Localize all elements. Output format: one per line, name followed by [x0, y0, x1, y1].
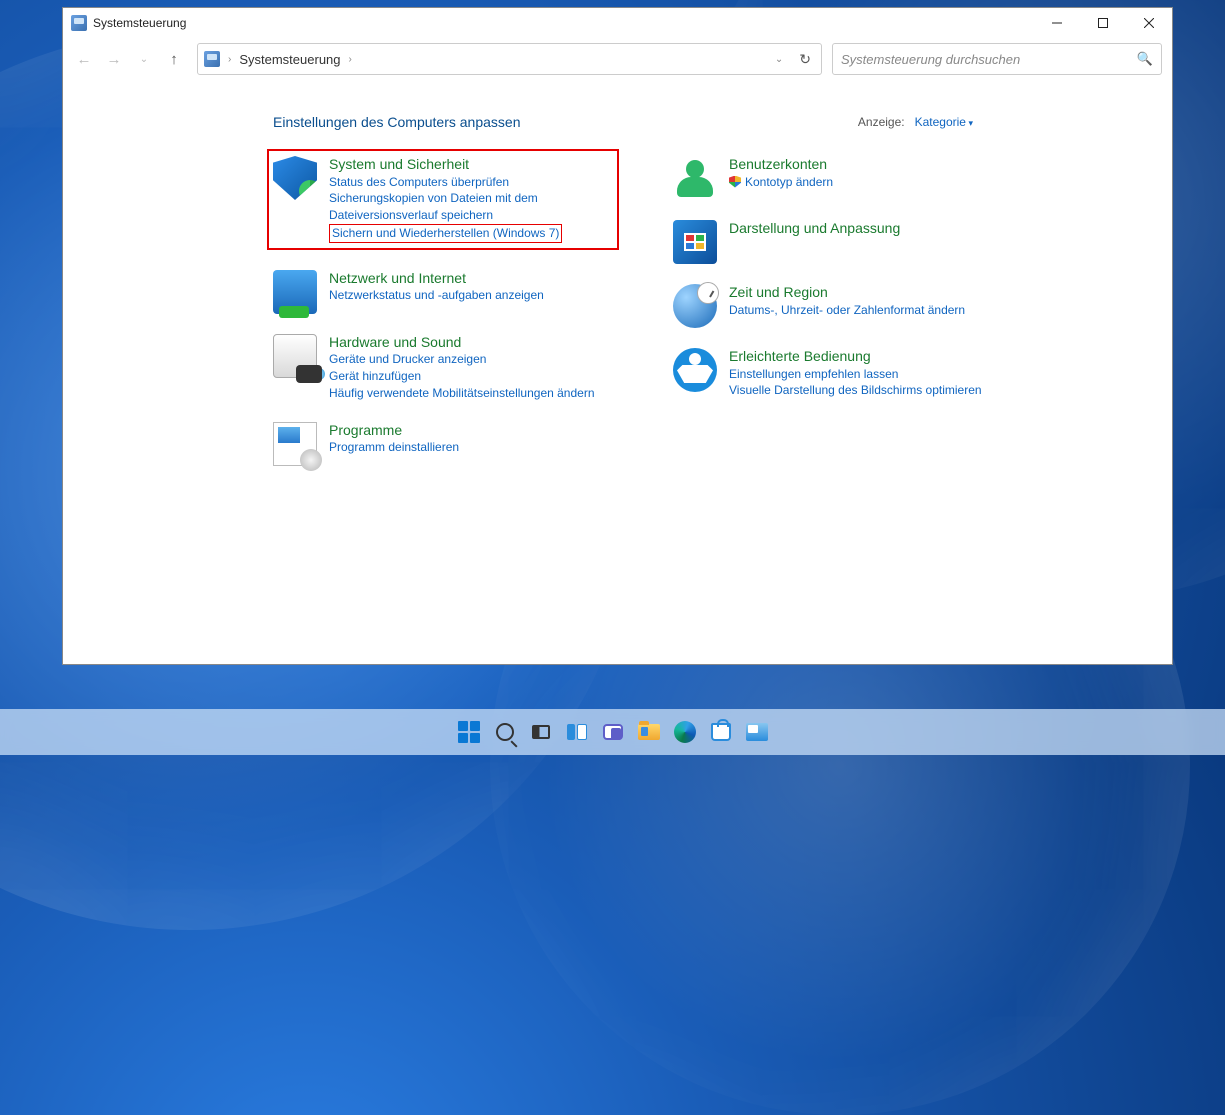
category-title[interactable]: Darstellung und Anpassung [729, 220, 900, 238]
navbar: ← → ⌄ ↑ › Systemsteuerung › ⌄ ↻ Systemst… [63, 38, 1172, 86]
control-panel-icon [71, 15, 87, 31]
category-title[interactable]: Programme [329, 422, 459, 440]
category-title[interactable]: System und Sicherheit [329, 156, 613, 174]
category-title[interactable]: Erleichterte Bedienung [729, 348, 982, 366]
chevron-right-icon: › [226, 54, 233, 65]
taskbar [0, 709, 1225, 755]
chevron-right-icon[interactable]: › [347, 54, 354, 65]
clock-region-icon [673, 284, 717, 328]
nav-up-button[interactable]: ↑ [161, 46, 187, 72]
category-link[interactable]: Netzwerkstatus und -aufgaben anzeigen [329, 287, 544, 304]
category-link[interactable]: Sicherungskopien von Dateien mit dem Dat… [329, 190, 613, 224]
network-icon [273, 270, 317, 314]
category-time-region: Zeit und Region Datums-, Uhrzeit- oder Z… [673, 284, 1023, 328]
widgets-button[interactable] [563, 718, 591, 746]
category-link[interactable]: Programm deinstallieren [329, 439, 459, 456]
close-button[interactable] [1126, 8, 1172, 38]
category-system-security: System und Sicherheit Status des Compute… [267, 149, 619, 250]
category-ease-of-access: Erleichterte Bedienung Einstellungen emp… [673, 348, 1023, 399]
nav-forward-button[interactable]: → [101, 46, 127, 72]
categories-left-column: System und Sicherheit Status des Compute… [273, 156, 613, 466]
page-heading: Einstellungen des Computers anpassen [273, 114, 521, 130]
category-link[interactable]: Visuelle Darstellung des Bildschirms opt… [729, 382, 982, 399]
file-explorer-button[interactable] [635, 718, 663, 746]
edge-button[interactable] [671, 718, 699, 746]
programs-icon [273, 422, 317, 466]
window-title: Systemsteuerung [93, 16, 186, 30]
start-button[interactable] [455, 718, 483, 746]
category-link[interactable]: Geräte und Drucker anzeigen [329, 351, 595, 368]
nav-recent-button[interactable]: ⌄ [131, 46, 157, 72]
view-by-dropdown[interactable]: Kategorie [915, 115, 973, 129]
category-hardware-sound: Hardware und Sound Geräte und Drucker an… [273, 334, 613, 402]
category-appearance: Darstellung und Anpassung [673, 220, 1023, 264]
category-title[interactable]: Zeit und Region [729, 284, 965, 302]
category-network-internet: Netzwerk und Internet Netzwerkstatus und… [273, 270, 613, 314]
search-placeholder: Systemsteuerung durchsuchen [841, 52, 1131, 67]
categories-right-column: Benutzerkonten Kontotyp ändern Darstellu… [673, 156, 1023, 466]
category-link[interactable]: Gerät hinzufügen [329, 368, 595, 385]
hardware-icon [273, 334, 317, 378]
category-link[interactable]: Kontotyp ändern [729, 174, 833, 191]
ease-of-access-icon [673, 348, 717, 392]
category-link[interactable]: Status des Computers überprüfen [329, 174, 613, 191]
nav-back-button[interactable]: ← [71, 46, 97, 72]
category-link[interactable]: Häufig verwendete Mobilitätseinstellunge… [329, 385, 595, 402]
category-programs: Programme Programm deinstallieren [273, 422, 613, 466]
minimize-button[interactable] [1034, 8, 1080, 38]
titlebar: Systemsteuerung [63, 8, 1172, 38]
refresh-button[interactable]: ↻ [795, 51, 815, 68]
uac-shield-icon [729, 176, 741, 188]
address-icon [204, 51, 220, 67]
view-by-label: Anzeige: [858, 115, 905, 129]
search-input[interactable]: Systemsteuerung durchsuchen 🔍 [832, 43, 1162, 75]
breadcrumb-root[interactable]: Systemsteuerung [239, 52, 340, 67]
search-icon: 🔍 [1137, 51, 1153, 67]
task-view-button[interactable] [527, 718, 555, 746]
address-bar[interactable]: › Systemsteuerung › ⌄ ↻ [197, 43, 822, 75]
maximize-button[interactable] [1080, 8, 1126, 38]
address-dropdown-icon[interactable]: ⌄ [775, 54, 783, 65]
content-area: Einstellungen des Computers anpassen Anz… [63, 86, 1172, 664]
shield-icon [273, 156, 317, 200]
category-link-backup-restore[interactable]: Sichern und Wiederherstellen (Windows 7) [329, 224, 562, 243]
category-title[interactable]: Netzwerk und Internet [329, 270, 544, 288]
category-title[interactable]: Hardware und Sound [329, 334, 595, 352]
category-user-accounts: Benutzerkonten Kontotyp ändern [673, 156, 1023, 200]
user-icon [673, 156, 717, 200]
control-panel-window: Systemsteuerung ← → ⌄ ↑ › Systemsteuerun… [62, 7, 1173, 665]
category-link[interactable]: Datums-, Uhrzeit- oder Zahlenformat ände… [729, 302, 965, 319]
store-button[interactable] [707, 718, 735, 746]
category-link[interactable]: Einstellungen empfehlen lassen [729, 366, 982, 383]
category-title[interactable]: Benutzerkonten [729, 156, 833, 174]
chat-button[interactable] [599, 718, 627, 746]
appearance-icon [673, 220, 717, 264]
taskbar-search-button[interactable] [491, 718, 519, 746]
taskbar-app-button[interactable] [743, 718, 771, 746]
